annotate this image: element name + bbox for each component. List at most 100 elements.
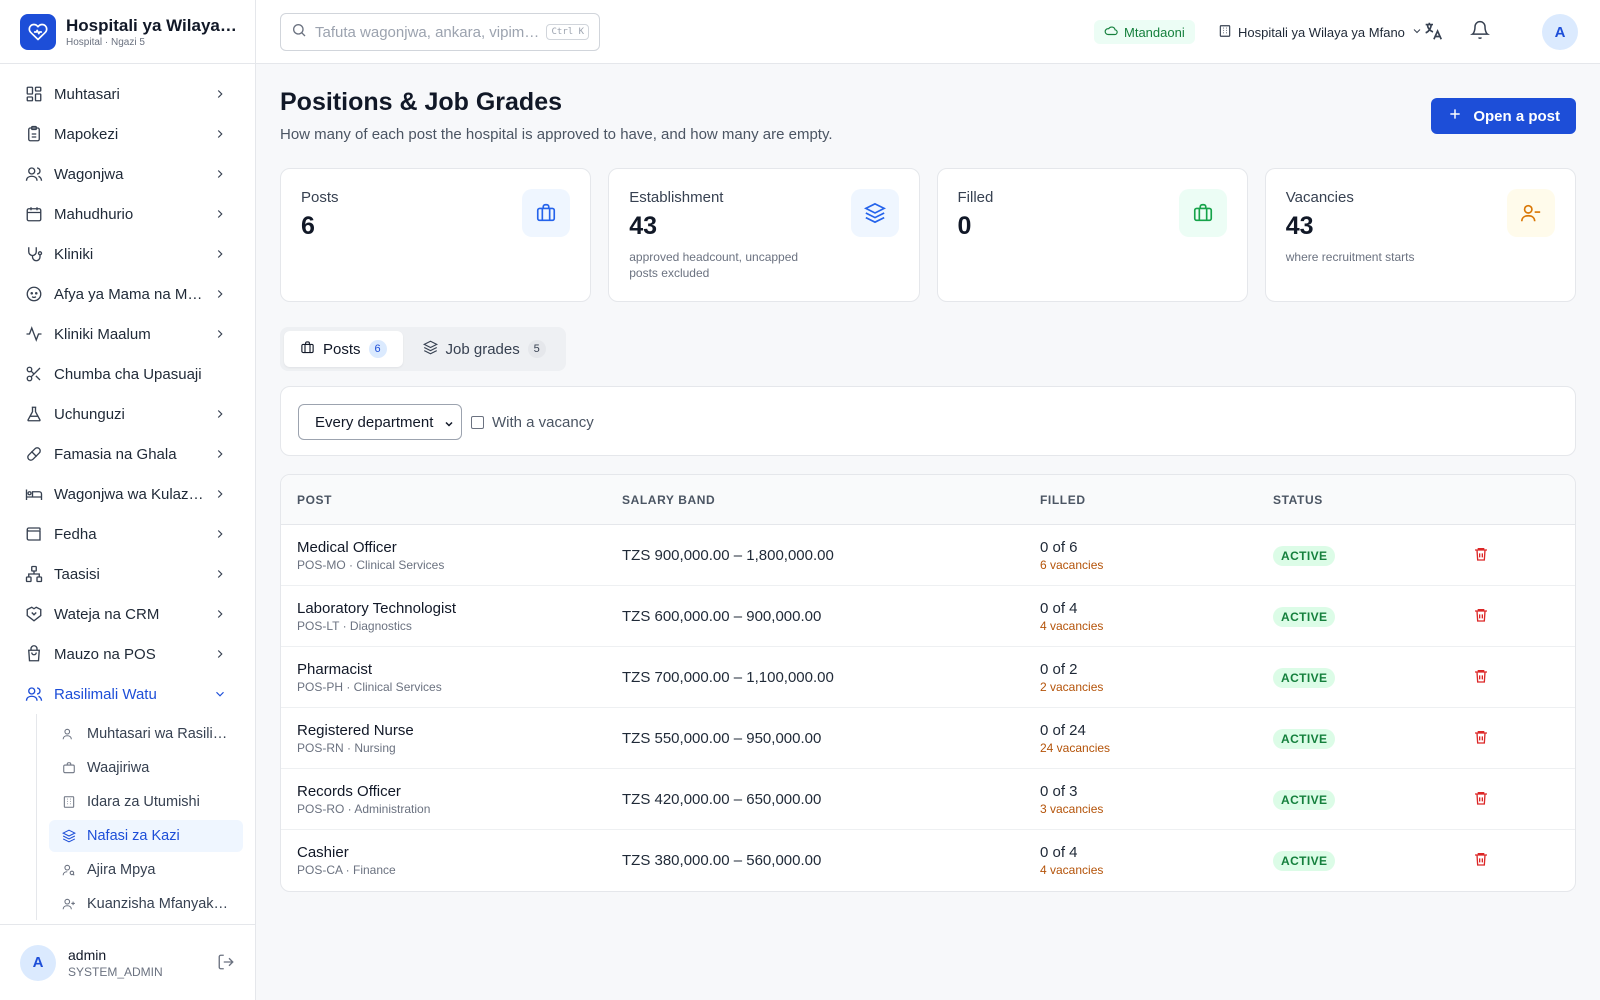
dashboard-icon (24, 84, 44, 104)
table-row[interactable]: Pharmacist POS-PH · Clinical Services TZ… (281, 647, 1575, 708)
sidebar-item-chumba-upasuaji[interactable]: Chumba cha Upasuaji (0, 354, 255, 394)
hr-subnav: Muhtasari wa Rasilimali Watu Waajiriwa I… (36, 714, 255, 920)
post-meta: POS-LT · Diagnostics (297, 619, 412, 633)
baby-icon (24, 284, 44, 304)
bed-icon (24, 484, 44, 504)
table-row[interactable]: Registered Nurse POS-RN · Nursing TZS 55… (281, 708, 1575, 769)
vacancy-checkbox[interactable] (471, 416, 484, 429)
users-icon (61, 726, 77, 742)
table-row[interactable]: Medical Officer POS-MO · Clinical Servic… (281, 525, 1575, 586)
users-icon (24, 164, 44, 184)
sidebar-item-mapokezi[interactable]: Mapokezi (0, 114, 255, 154)
trash-icon[interactable] (1473, 607, 1489, 628)
open-post-button[interactable]: Open a post (1431, 98, 1576, 134)
post-name[interactable]: Records Officer (297, 783, 401, 800)
sidebar-item-label: Fedha (54, 525, 97, 543)
translate-icon[interactable] (1422, 20, 1444, 47)
sidebar-item-mahudhurio[interactable]: Mahudhurio (0, 194, 255, 234)
trash-icon[interactable] (1473, 729, 1489, 750)
table-row[interactable]: Laboratory Technologist POS-LT · Diagnos… (281, 586, 1575, 647)
tab-posts[interactable]: Posts 6 (284, 331, 403, 367)
facility-selector[interactable]: Hospitali ya Wilaya ya Mfano (1218, 20, 1423, 44)
pill-icon (24, 444, 44, 464)
sidebar-subitem-nafasi-za-kazi[interactable]: Nafasi za Kazi (49, 820, 243, 852)
layers-icon (850, 189, 899, 237)
subitem-label: Ajira Mpya (87, 862, 156, 878)
vacancy-filter[interactable]: With a vacancy (471, 414, 594, 431)
sidebar-item-label: Taasisi (54, 565, 100, 583)
topbar: Tafuta wagonjwa, ankara, vipimo... Ctrl … (256, 0, 1600, 64)
tab-job-grades[interactable]: Job grades 5 (407, 331, 562, 367)
plus-icon (1447, 106, 1463, 126)
sidebar-subitem-kuanzisha[interactable]: Kuanzisha Mfanyakazi (49, 888, 243, 920)
sidebar-item-rasilimali-watu[interactable]: Rasilimali Watu (0, 674, 255, 714)
sidebar-item-taasisi[interactable]: Taasisi (0, 554, 255, 594)
sidebar-item-kliniki-maalum[interactable]: Kliniki Maalum (0, 314, 255, 354)
sidebar-item-wagonjwa[interactable]: Wagonjwa (0, 154, 255, 194)
post-name[interactable]: Registered Nurse (297, 722, 414, 739)
post-name[interactable]: Cashier (297, 844, 349, 861)
online-status-badge: Mtandaoni (1094, 20, 1195, 44)
sidebar-item-afya-mama-mtoto[interactable]: Afya ya Mama na Mtoto (0, 274, 255, 314)
sidebar-subitem-ajira-mpya[interactable]: Ajira Mpya (49, 854, 243, 886)
post-meta: POS-MO · Clinical Services (297, 558, 445, 572)
tab-label: Job grades (445, 340, 520, 358)
department-select[interactable]: Every department (298, 404, 462, 440)
post-name[interactable]: Laboratory Technologist (297, 600, 456, 617)
bell-icon[interactable] (1470, 20, 1490, 45)
logout-icon[interactable] (217, 953, 235, 976)
sidebar-item-fedha[interactable]: Fedha (0, 514, 255, 554)
post-meta: POS-CA · Finance (297, 863, 396, 877)
column-header-status[interactable]: STATUS (1273, 493, 1323, 507)
table-header: POST SALARY BAND FILLED STATUS (281, 475, 1575, 525)
chevron-right-icon (213, 647, 227, 665)
post-name[interactable]: Medical Officer (297, 539, 397, 556)
user-avatar-button[interactable]: A (1542, 14, 1578, 50)
trash-icon[interactable] (1473, 668, 1489, 689)
sidebar-item-mauzo-pos[interactable]: Mauzo na POS (0, 634, 255, 674)
sidebar-item-muhtasari[interactable]: Muhtasari (0, 74, 255, 114)
salary-band: TZS 900,000.00 – 1,800,000.00 (622, 547, 834, 564)
sidebar-item-label: Mauzo na POS (54, 645, 156, 663)
sidebar-subitem-waajiriwa[interactable]: Waajiriwa (49, 752, 243, 784)
sidebar-subitem-hr-overview[interactable]: Muhtasari wa Rasilimali Watu (49, 718, 243, 750)
sidebar-item-label: Afya ya Mama na Mtoto (54, 285, 204, 303)
building-icon (61, 794, 77, 810)
sidebar-item-uchunguzi[interactable]: Uchunguzi (0, 394, 255, 434)
trash-icon[interactable] (1473, 790, 1489, 811)
table-row[interactable]: Records Officer POS-RO · Administration … (281, 769, 1575, 830)
handshake-icon (24, 604, 44, 624)
search-shortcut: Ctrl K (546, 24, 589, 40)
chevron-right-icon (213, 447, 227, 465)
column-header-filled[interactable]: FILLED (1040, 493, 1086, 507)
search-icon (291, 22, 307, 43)
column-header-post[interactable]: POST (297, 493, 332, 507)
column-header-salary[interactable]: SALARY BAND (622, 493, 715, 507)
subitem-label: Kuanzisha Mfanyakazi (87, 896, 231, 912)
post-name[interactable]: Pharmacist (297, 661, 372, 678)
avatar[interactable]: A (20, 944, 56, 981)
sidebar-item-wateja-crm[interactable]: Wateja na CRM (0, 594, 255, 634)
chevron-right-icon (213, 487, 227, 505)
sidebar-item-wagonjwa-kulazwa[interactable]: Wagonjwa wa Kulazwa (0, 474, 255, 514)
search-input[interactable]: Tafuta wagonjwa, ankara, vipimo... Ctrl … (280, 13, 600, 51)
salary-band: TZS 700,000.00 – 1,100,000.00 (622, 669, 834, 686)
calendar-icon (24, 204, 44, 224)
status-badge: ACTIVE (1273, 546, 1336, 566)
search-placeholder: Tafuta wagonjwa, ankara, vipimo... (315, 23, 543, 41)
sidebar-subitem-idara[interactable]: Idara za Utumishi (49, 786, 243, 818)
filled-count: 0 of 4 (1040, 600, 1078, 617)
sidebar-item-label: Famasia na Ghala (54, 445, 177, 463)
sidebar-item-kliniki[interactable]: Kliniki (0, 234, 255, 274)
vacancy-count: 6 vacancies (1040, 558, 1104, 572)
activity-icon (24, 324, 44, 344)
table-row[interactable]: Cashier POS-CA · Finance TZS 380,000.00 … (281, 830, 1575, 891)
subitem-label: Muhtasari wa Rasilimali Watu (87, 726, 231, 742)
post-meta: POS-PH · Clinical Services (297, 680, 442, 694)
user-name: admin (68, 946, 107, 963)
sidebar-item-label: Mahudhurio (54, 205, 134, 223)
sidebar-item-famasia-ghala[interactable]: Famasia na Ghala (0, 434, 255, 474)
trash-icon[interactable] (1473, 546, 1489, 567)
brand[interactable]: Hospitali ya Wilaya ya Mfano Hospital · … (0, 0, 255, 64)
trash-icon[interactable] (1473, 851, 1489, 872)
